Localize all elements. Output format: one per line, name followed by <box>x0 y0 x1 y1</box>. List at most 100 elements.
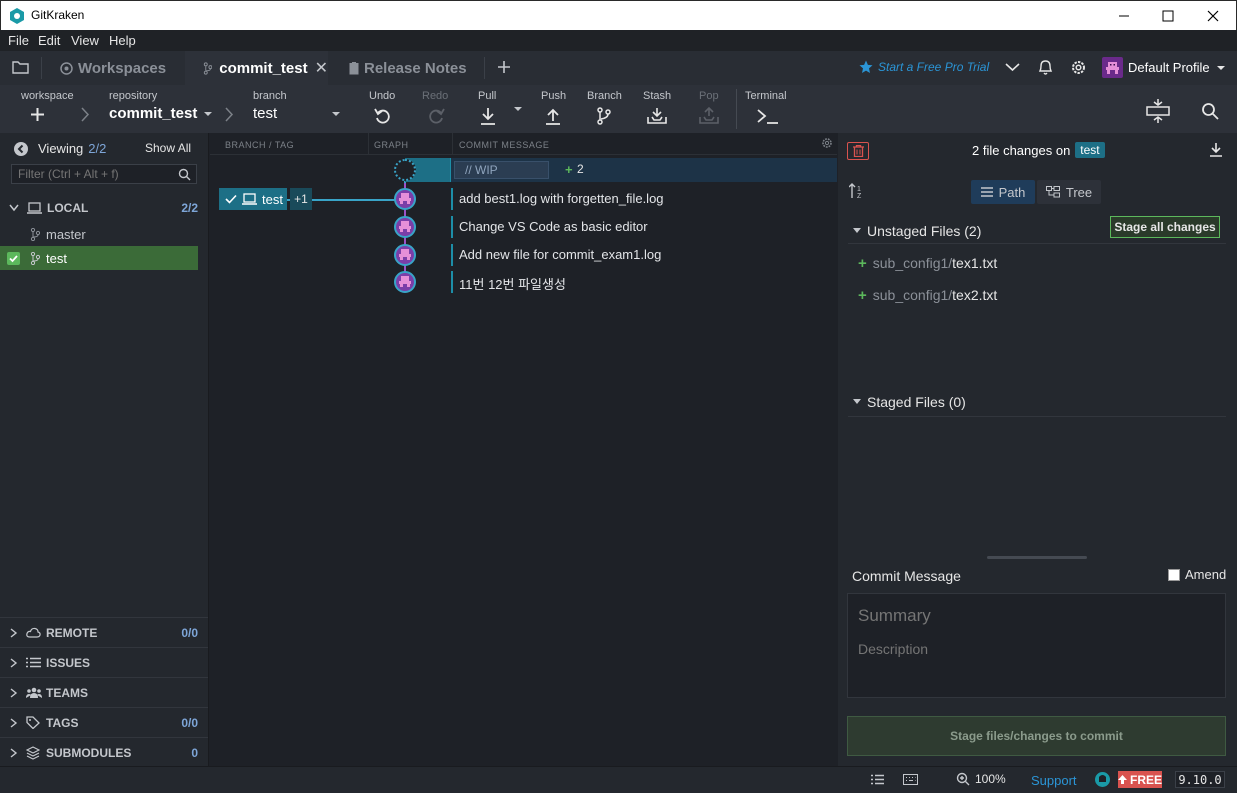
staged-files-title: Staged Files (0) <box>867 393 966 410</box>
menu-edit[interactable]: Edit <box>38 33 60 48</box>
terminal-icon <box>757 109 778 124</box>
issues-section[interactable]: ISSUES <box>0 647 208 677</box>
stash-icon <box>647 108 667 124</box>
summary-input[interactable] <box>858 606 1208 626</box>
chevron-right-icon <box>10 717 18 728</box>
profile-menu[interactable]: Default Profile <box>1102 57 1226 78</box>
sort-icon[interactable]: 1Z <box>849 183 865 199</box>
pop-icon <box>699 107 719 124</box>
commit-row[interactable]: Add new file for commit_exam1.log <box>210 243 837 267</box>
gear-icon[interactable] <box>1070 59 1087 76</box>
wip-label: // WIP <box>465 163 498 177</box>
wip-input[interactable]: // WIP <box>454 161 549 179</box>
stash-button[interactable] <box>647 107 667 125</box>
branch-button[interactable] <box>596 107 612 125</box>
description-input[interactable] <box>858 641 1208 657</box>
graph-settings-icon[interactable] <box>821 137 833 149</box>
commit-node-avatar[interactable] <box>394 244 416 266</box>
file-dir: sub_config1/ <box>872 287 953 303</box>
chevron-right-icon <box>10 627 18 638</box>
stage-all-button[interactable]: Stage all changes <box>1110 216 1220 238</box>
remote-section[interactable]: REMOTE 0/0 <box>0 617 208 647</box>
resize-handle[interactable] <box>987 556 1087 559</box>
viewing-toggle[interactable]: Viewing 2/2 <box>14 141 106 156</box>
commit-node-avatar[interactable] <box>394 271 416 293</box>
branch-icon <box>203 61 213 75</box>
unstaged-file-item[interactable]: + sub_config1/ tex2.txt <box>858 284 997 306</box>
gitkraken-logo-icon <box>10 8 24 24</box>
branch-icon <box>30 227 40 241</box>
changes-summary: 2 file changes on test <box>972 142 1105 158</box>
local-section-header[interactable]: LOCAL 2/2 <box>0 195 208 221</box>
wip-count: 2 <box>577 162 584 176</box>
commit-row[interactable]: Change VS Code as basic editor <box>210 215 837 239</box>
free-trial-link[interactable]: Start a Free Pro Trial <box>859 60 989 74</box>
commit-row[interactable]: 11번 12번 파일생성 <box>210 270 837 294</box>
tags-section[interactable]: TAGS 0/0 <box>0 707 208 737</box>
tree-view-button[interactable]: Tree <box>1037 180 1101 204</box>
discard-changes-button[interactable] <box>847 142 869 160</box>
filter-input[interactable] <box>12 167 178 181</box>
list-icon[interactable] <box>871 774 884 785</box>
menu-view[interactable]: View <box>71 33 99 48</box>
version-label: 9.10.0 <box>1178 772 1222 787</box>
commit-node-avatar[interactable] <box>394 188 416 210</box>
back-arrow-icon <box>14 141 28 156</box>
repository-value: commit_test <box>109 105 198 122</box>
undo-button[interactable] <box>374 107 392 125</box>
sidebar-item-test[interactable]: test <box>0 246 198 270</box>
tab-workspaces[interactable]: Workspaces <box>60 51 166 85</box>
chevron-right-icon <box>224 107 234 122</box>
tab-release-notes[interactable]: Release Notes <box>349 51 467 85</box>
commit-row[interactable]: add best1.log with forgetten_file.log <box>210 187 837 211</box>
search-icon[interactable] <box>1201 102 1219 120</box>
add-workspace-icon[interactable] <box>30 107 45 122</box>
remote-label: REMOTE <box>46 625 98 640</box>
workspaces-icon <box>60 61 73 75</box>
folder-icon[interactable] <box>12 60 29 74</box>
sidebar-item-master[interactable]: master <box>0 222 208 246</box>
chevron-down-icon[interactable] <box>1005 62 1020 72</box>
layout-toggle-icon[interactable] <box>1145 99 1171 123</box>
teams-section[interactable]: TEAMS <box>0 677 208 707</box>
branch-selector[interactable]: test <box>253 105 341 122</box>
submodules-section[interactable]: SUBMODULES 0 <box>0 737 208 767</box>
unstaged-file-item[interactable]: + sub_config1/ tex1.txt <box>858 252 997 274</box>
pull-options-caret-icon[interactable] <box>513 106 523 112</box>
pop-button[interactable] <box>699 107 719 125</box>
support-link[interactable]: Support <box>1031 773 1077 788</box>
remote-count: 0/0 <box>181 625 198 640</box>
list-icon <box>980 187 993 197</box>
commit-node-avatar[interactable] <box>394 216 416 238</box>
tag-icon <box>26 716 40 729</box>
redo-button[interactable] <box>427 107 445 125</box>
keyboard-icon[interactable] <box>903 774 918 785</box>
bell-icon[interactable] <box>1038 59 1053 76</box>
wip-row[interactable]: // WIP + 2 <box>405 158 837 182</box>
layers-icon <box>26 745 40 760</box>
staged-files-header[interactable]: Staged Files (0) <box>848 387 1226 417</box>
terminal-button[interactable] <box>756 107 780 125</box>
star-icon <box>859 60 873 73</box>
show-all-button[interactable]: Show All <box>145 141 191 155</box>
zoom-control[interactable]: 100% <box>956 772 1006 786</box>
push-button[interactable] <box>544 107 562 125</box>
close-window-button[interactable] <box>1190 1 1236 31</box>
menu-file[interactable]: File <box>8 33 29 48</box>
close-tab-icon[interactable]: ✕ <box>315 58 328 78</box>
tab-commit-test[interactable]: commit_test ✕ <box>185 51 328 85</box>
pull-icon <box>481 108 495 125</box>
pull-button[interactable] <box>479 107 497 125</box>
download-icon[interactable] <box>1210 143 1222 157</box>
maximize-button[interactable] <box>1145 1 1191 31</box>
repository-selector[interactable]: commit_test <box>109 105 213 122</box>
filter-field[interactable] <box>11 164 197 184</box>
amend-checkbox[interactable]: Amend <box>1168 567 1226 582</box>
menu-help[interactable]: Help <box>109 33 136 48</box>
stage-to-commit-button[interactable]: Stage files/changes to commit <box>847 716 1226 756</box>
path-view-button[interactable]: Path <box>971 180 1035 204</box>
file-name: tex2.txt <box>952 287 998 303</box>
minimize-button[interactable] <box>1101 1 1147 31</box>
new-tab-icon[interactable] <box>497 60 511 74</box>
plan-badge[interactable]: FREE <box>1118 771 1162 788</box>
